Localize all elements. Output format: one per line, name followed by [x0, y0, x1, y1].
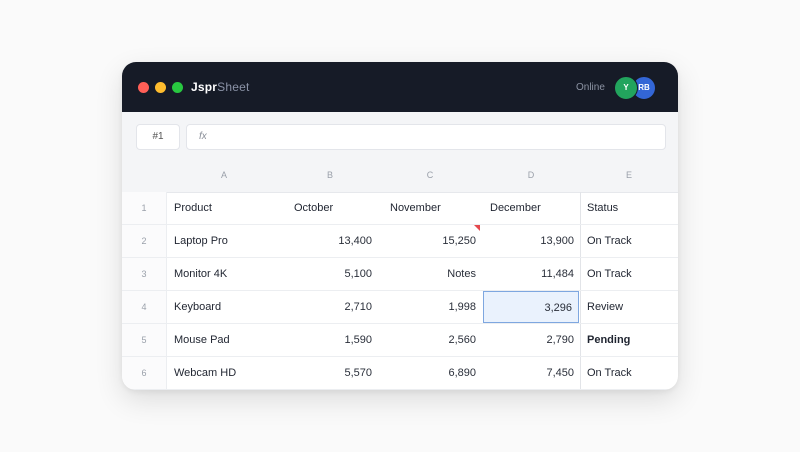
cell-november[interactable]: 2,560	[378, 324, 482, 356]
cell-status[interactable]: Review	[580, 291, 678, 323]
row-number[interactable]: 2	[122, 225, 167, 257]
column-header-c[interactable]: C	[378, 158, 482, 192]
spreadsheet-window: JsprSheet Online Y RB #1 fx A B C D E 1 …	[122, 62, 678, 390]
close-window-button[interactable]	[138, 82, 149, 93]
table-row: 3 Monitor 4K 5,100 Notes 11,484 On Track	[122, 258, 678, 291]
cell-october[interactable]: 5,100	[282, 258, 378, 290]
row-number[interactable]: 4	[122, 291, 167, 323]
table-row: 4 Keyboard 2,710 1,998 3,296 Review	[122, 291, 678, 324]
cell-december[interactable]: 2,790	[482, 324, 580, 356]
cell-october[interactable]: 2,710	[282, 291, 378, 323]
cell-product[interactable]: Webcam HD	[166, 357, 282, 389]
formula-bar: #1 fx	[122, 112, 678, 159]
cell-december[interactable]: 11,484	[482, 258, 580, 290]
spreadsheet-grid: A B C D E 1 Product October November Dec…	[122, 158, 678, 390]
table-row: 1 Product October November December Stat…	[122, 192, 678, 225]
column-header-a[interactable]: A	[166, 158, 282, 192]
cell-october[interactable]: 5,570	[282, 357, 378, 389]
maximize-window-button[interactable]	[172, 82, 183, 93]
cell-status[interactable]: On Track	[580, 258, 678, 290]
cell-status[interactable]: Pending	[580, 324, 678, 356]
avatar[interactable]: Y	[614, 76, 638, 100]
row-number[interactable]: 3	[122, 258, 167, 290]
cell-october[interactable]: 13,400	[282, 225, 378, 257]
column-header-b[interactable]: B	[282, 158, 378, 192]
cell-november[interactable]: 6,890	[378, 357, 482, 389]
table-row: 6 Webcam HD 5,570 6,890 7,450 On Track	[122, 357, 678, 390]
selected-cell-december[interactable]: 3,296	[483, 291, 579, 323]
app-title-main: Jspr	[191, 80, 218, 94]
cell-december[interactable]: 7,450	[482, 357, 580, 389]
cell-status[interactable]: Status	[580, 192, 678, 224]
function-icon: fx	[199, 131, 207, 142]
column-header-row: A B C D E	[122, 158, 678, 193]
row-number[interactable]: 1	[122, 192, 167, 224]
table-row: 2 Laptop Pro 13,400 15,250 13,900 On Tra…	[122, 225, 678, 258]
column-header-e[interactable]: E	[580, 158, 678, 192]
row-number[interactable]: 5	[122, 324, 167, 356]
cell-december[interactable]: December	[482, 192, 580, 224]
cell-product[interactable]: Mouse Pad	[166, 324, 282, 356]
column-header-d[interactable]: D	[482, 158, 580, 192]
cell-product[interactable]: Product	[166, 192, 282, 224]
cell-status[interactable]: On Track	[580, 225, 678, 257]
cell-november[interactable]: 15,250	[378, 225, 482, 257]
cell-october[interactable]: October	[282, 192, 378, 224]
app-title-accent: Sheet	[217, 80, 250, 94]
cell-reference-box[interactable]: #1	[136, 124, 180, 150]
cell-status[interactable]: On Track	[580, 357, 678, 389]
cell-december[interactable]: 13,900	[482, 225, 580, 257]
cell-product[interactable]: Keyboard	[166, 291, 282, 323]
row-number[interactable]: 6	[122, 357, 167, 389]
minimize-window-button[interactable]	[155, 82, 166, 93]
app-title: JsprSheet	[191, 80, 250, 94]
cell-november[interactable]: November	[378, 192, 482, 224]
cell-product[interactable]: Laptop Pro	[166, 225, 282, 257]
online-status-label: Online	[576, 82, 605, 93]
formula-input[interactable]: fx	[186, 124, 666, 150]
title-bar: JsprSheet Online Y RB	[122, 62, 678, 112]
comment-indicator-icon[interactable]	[474, 225, 480, 231]
table-row: 5 Mouse Pad 1,590 2,560 2,790 Pending	[122, 324, 678, 357]
cell-november[interactable]: 1,998	[378, 291, 482, 323]
cell-october[interactable]: 1,590	[282, 324, 378, 356]
cell-november[interactable]: Notes	[378, 258, 482, 290]
cell-product[interactable]: Monitor 4K	[166, 258, 282, 290]
